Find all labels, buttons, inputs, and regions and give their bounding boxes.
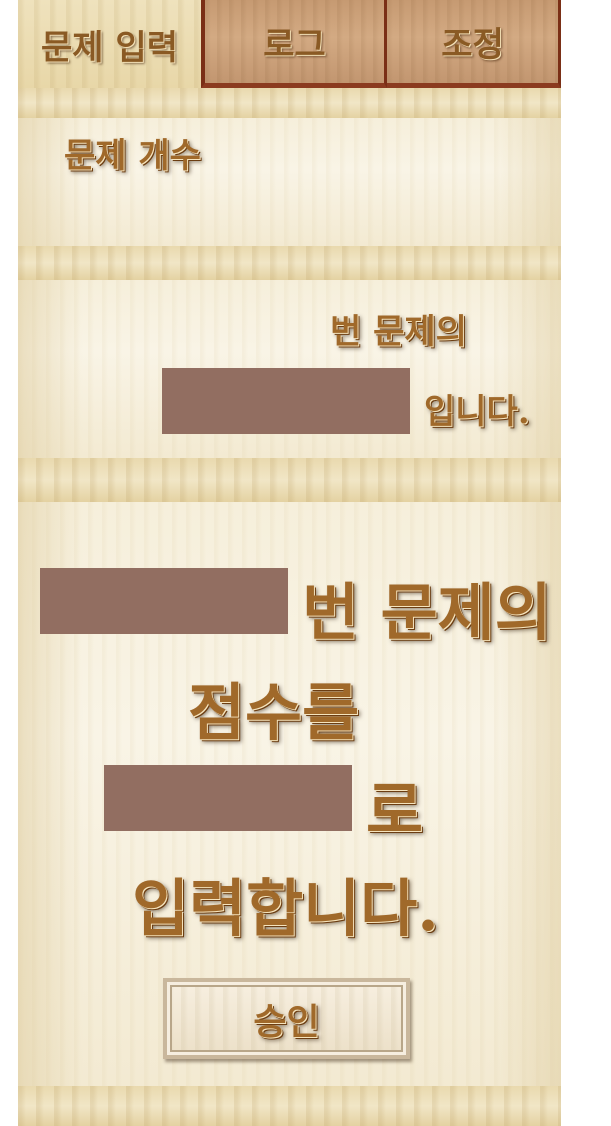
- divider-band: [18, 246, 561, 280]
- score-number-suffix: 번 문제의: [302, 576, 552, 649]
- tab-adjust-label: 조정: [441, 25, 504, 65]
- score-label: 점수를: [188, 676, 360, 749]
- tab-problem-input-label: 문제 입력: [41, 27, 178, 68]
- tab-adjust[interactable]: 조정: [387, 0, 561, 88]
- score-problem-number-field[interactable]: [40, 568, 288, 634]
- tab-log[interactable]: 로그: [201, 0, 387, 88]
- score-action-text: 입력합니다.: [132, 872, 439, 945]
- approve-button[interactable]: 승인: [163, 978, 410, 1059]
- tab-log-label: 로그: [263, 25, 326, 65]
- score-input-app: 문제 입력 로그 조정 문제 개수 번 문제의 입니다. 번 문제의 점수를 로…: [18, 0, 561, 1126]
- score-value-suffix: 로: [366, 774, 424, 847]
- divider-band: [18, 458, 561, 502]
- answer-number-suffix: 번 문제의: [330, 312, 467, 352]
- divider-band: [18, 88, 561, 118]
- answer-field[interactable]: [162, 368, 410, 434]
- divider-band: [18, 1086, 561, 1126]
- approve-button-label: 승인: [253, 1000, 320, 1043]
- score-value-field[interactable]: [104, 765, 352, 831]
- tab-problem-input[interactable]: 문제 입력: [18, 0, 201, 88]
- answer-suffix: 입니다.: [424, 392, 530, 432]
- problem-count-label: 문제 개수: [64, 136, 201, 176]
